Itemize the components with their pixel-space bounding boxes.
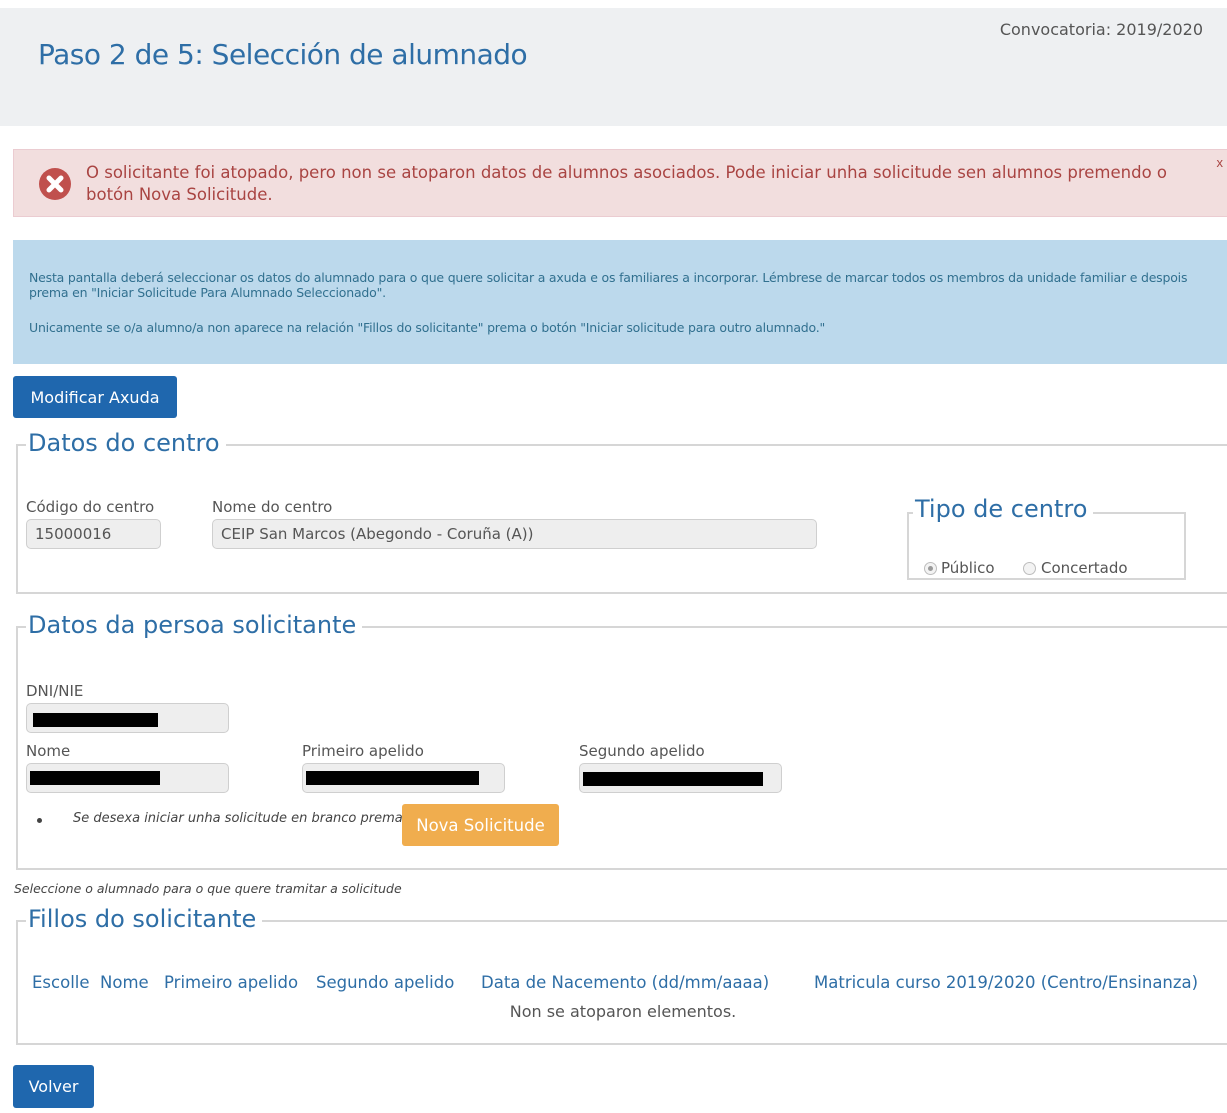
blank-request-note: Se desexa iniciar unha solicitude en bra… (73, 811, 403, 826)
centre-name-label: Nome do centro (212, 498, 333, 516)
solicitante-legend: Datos da persoa solicitante (26, 610, 363, 640)
surname1-label: Primeiro apelido (302, 742, 424, 760)
centre-type-fieldset: Tipo de centro Público Concertado (907, 494, 1186, 580)
modify-aid-button[interactable]: Modificar Axuda (13, 376, 177, 418)
page-header: Paso 2 de 5: Selección de alumnado Convo… (0, 8, 1227, 126)
centre-type-legend: Tipo de centro (913, 494, 1094, 524)
column-header-surname2[interactable]: Segundo apelido (316, 973, 454, 992)
concertado-radio[interactable] (1023, 562, 1036, 575)
select-students-note: Seleccione o alumnado para o que quere t… (14, 881, 402, 896)
centre-name-field[interactable]: CEIP San Marcos (Abegondo - Coruña (A)) (212, 519, 817, 549)
error-alert: O solicitante foi atopado, pero non se a… (13, 149, 1227, 217)
name-field[interactable] (26, 763, 229, 793)
children-legend: Fillos do solicitante (26, 904, 263, 934)
dni-field[interactable] (26, 703, 229, 733)
info-paragraph-2: Unicamente se o/a alumno/a non aparece n… (29, 320, 826, 335)
column-header-enrollment[interactable]: Matricula curso 2019/2020 (Centro/Ensina… (814, 973, 1198, 992)
name-label: Nome (26, 742, 71, 760)
info-alert: Nesta pantalla deberá seleccionar os dat… (13, 240, 1227, 364)
centro-fieldset: Datos do centro Código do centro 1500001… (16, 428, 1227, 594)
error-circle-icon (39, 168, 71, 200)
redacted-value (33, 713, 158, 727)
centre-code-label: Código do centro (26, 498, 155, 516)
concertado-radio-label: Concertado (1041, 559, 1128, 577)
back-button[interactable]: Volver (13, 1065, 94, 1108)
centre-code-field[interactable]: 15000016 (26, 519, 161, 549)
convocatoria-label: Convocatoria: 2019/2020 (999, 20, 1203, 39)
page-title: Paso 2 de 5: Selección de alumnado (38, 38, 528, 71)
column-header-name[interactable]: Nome (100, 973, 149, 992)
bullet-dot (37, 818, 42, 823)
solicitante-fieldset: Datos da persoa solicitante DNI/NIE Nome… (16, 610, 1227, 870)
centro-legend: Datos do centro (26, 428, 226, 458)
new-request-button[interactable]: Nova Solicitude (402, 804, 559, 846)
empty-table-message: Non se atoparon elementos. (509, 1002, 737, 1021)
redacted-value (583, 772, 763, 786)
column-header-choose[interactable]: Escolle (32, 973, 90, 992)
surname1-field[interactable] (302, 763, 505, 793)
info-paragraph-1: Nesta pantalla deberá seleccionar os dat… (29, 270, 1188, 300)
redacted-value (306, 771, 479, 785)
redacted-value (30, 771, 160, 785)
column-header-surname1[interactable]: Primeiro apelido (164, 973, 298, 992)
close-icon[interactable]: x (1217, 155, 1224, 170)
public-radio[interactable] (924, 562, 937, 575)
surname2-label: Segundo apelido (579, 742, 705, 760)
surname2-field[interactable] (579, 763, 782, 793)
column-header-birthdate[interactable]: Data de Nacemento (dd/mm/aaaa) (481, 973, 769, 992)
dni-label: DNI/NIE (26, 682, 84, 700)
error-message: O solicitante foi atopado, pero non se a… (86, 163, 1168, 204)
children-fieldset: Fillos do solicitante Escolle Nome Prime… (16, 904, 1227, 1045)
public-radio-label: Público (941, 559, 995, 577)
